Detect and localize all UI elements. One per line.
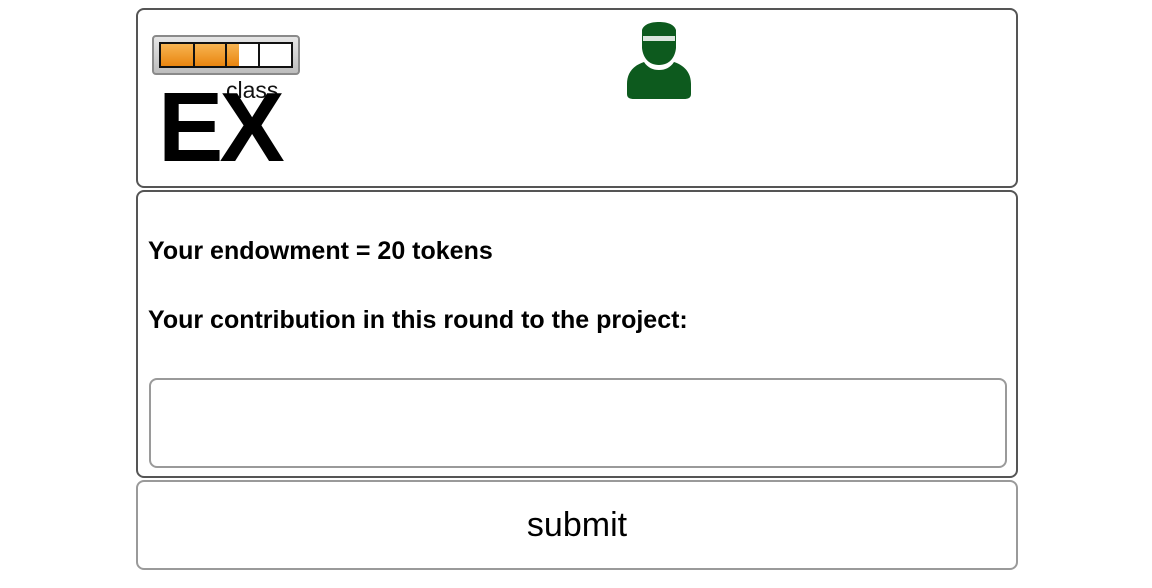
progress-track xyxy=(159,42,293,68)
progress-divider xyxy=(257,44,260,66)
header-panel: class EX xyxy=(136,8,1018,188)
logo-text-ex: EX xyxy=(158,72,285,182)
progress-indicator xyxy=(152,35,300,75)
contribution-label: Your contribution in this round to the p… xyxy=(148,306,688,334)
contribution-form: Your endowment = 20 tokens Your contribu… xyxy=(136,190,1018,478)
progress-divider xyxy=(225,44,227,66)
progress-divider xyxy=(192,44,195,66)
progress-fill xyxy=(161,44,239,66)
endowment-text: Your endowment = 20 tokens xyxy=(148,237,493,265)
user-icon xyxy=(626,22,692,102)
contribution-input[interactable] xyxy=(149,378,1007,468)
classex-logo: class EX xyxy=(152,35,304,182)
submit-button[interactable]: submit xyxy=(136,480,1018,570)
